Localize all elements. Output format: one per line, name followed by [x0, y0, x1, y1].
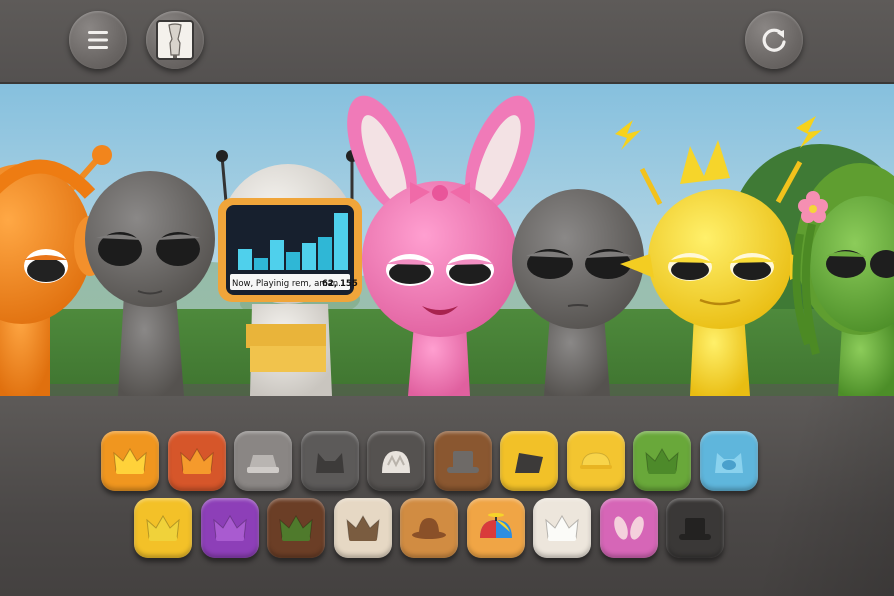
crown-icon [279, 515, 313, 541]
now-playing-numbers: 62, 155 [322, 279, 358, 289]
crown-icon [180, 448, 214, 474]
dark-gray-hat-tile[interactable] [301, 431, 359, 491]
crown-icon [645, 448, 679, 474]
bowler-hat-icon [412, 518, 446, 539]
refresh-icon [762, 28, 786, 52]
equalizer-bar [270, 240, 284, 270]
top-toolbar [0, 0, 894, 84]
beanie-icon [382, 451, 410, 473]
stage-scene: Now, Playinig rem, aman. 62, 155 [0, 84, 894, 396]
crown-icon [213, 515, 247, 541]
hamburger-menu-icon [88, 31, 108, 49]
top-hat-icon [679, 518, 711, 540]
menu-button[interactable] [69, 11, 127, 69]
green-crown-tile[interactable] [633, 431, 691, 491]
white-ear-hat-tile[interactable] [367, 431, 425, 491]
bowler-hat-tile[interactable] [400, 498, 458, 558]
black-top-hat-tile[interactable] [666, 498, 724, 558]
red-crown-tile[interactable] [168, 431, 226, 491]
yellow-crown-tile[interactable] [134, 498, 192, 558]
top-hat-icon [447, 451, 479, 473]
brown-leaf-crown-tile[interactable] [267, 498, 325, 558]
gray-paper-hat-tile[interactable] [234, 431, 292, 491]
flag-hat-icon [515, 453, 543, 473]
mannequin-icon [156, 20, 194, 60]
crown-icon [113, 448, 147, 474]
propeller-cap-tile[interactable] [467, 498, 525, 558]
equalizer-bar [286, 252, 300, 270]
brown-top-hat-tile[interactable] [434, 431, 492, 491]
wardrobe-button[interactable] [146, 11, 204, 69]
bunny-ears-icon [614, 516, 644, 540]
crown-icon [146, 515, 180, 541]
equalizer-bar [302, 243, 316, 270]
white-crown-tile[interactable] [533, 498, 591, 558]
cat-face-hat-icon [715, 453, 743, 473]
yellow-flag-tile[interactable] [500, 431, 558, 491]
game-screen: Now, Playinig rem, aman. 62, 155 [0, 0, 894, 596]
reset-button[interactable] [745, 11, 803, 69]
equalizer-bar [254, 258, 268, 270]
hat-selection-panel [0, 396, 894, 596]
pink-bunny-ears-tile[interactable] [600, 498, 658, 558]
propeller-cap-icon [480, 513, 512, 538]
character-stage: Now, Playinig rem, aman. 62, 155 [0, 84, 894, 396]
purple-crown-tile[interactable] [201, 498, 259, 558]
cream-crown-tile[interactable] [334, 498, 392, 558]
yellow-cap-tile[interactable] [567, 431, 625, 491]
crown-icon [545, 515, 579, 541]
equalizer-bar [334, 213, 348, 270]
blue-cat-hat-tile[interactable] [700, 431, 758, 491]
paper-hat-icon [247, 455, 279, 473]
cap-icon [580, 452, 612, 469]
equalizer-bar [238, 249, 252, 270]
orange-crown-tile[interactable] [101, 431, 159, 491]
crown-icon [346, 515, 380, 541]
panel-shading [714, 396, 894, 596]
cat-ear-hat-icon [316, 453, 344, 473]
equalizer-bar [318, 237, 332, 270]
